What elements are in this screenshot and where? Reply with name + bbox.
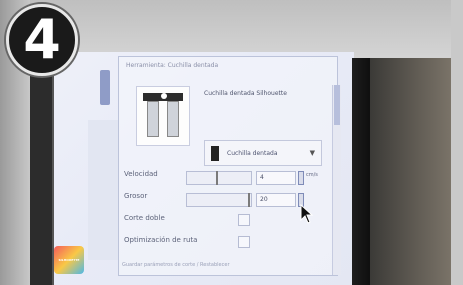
- channel-logo-text: SILHOUETTE: [58, 258, 80, 262]
- tool-select-dropdown[interactable]: Cuchilla dentada ▼: [204, 140, 322, 166]
- blade-leg-left: [147, 101, 159, 137]
- route-optimization-checkbox[interactable]: [238, 236, 250, 248]
- tool-name: Cuchilla dentada Silhouette: [204, 90, 287, 97]
- left-scrollbar[interactable]: [100, 70, 110, 105]
- route-optimization-label: Optimización de ruta: [124, 236, 198, 244]
- speed-slider[interactable]: [186, 171, 252, 185]
- mouse-cursor-icon: [300, 204, 314, 224]
- background-area: [370, 58, 451, 285]
- speed-input[interactable]: 4: [256, 171, 296, 185]
- side-panel: [88, 120, 118, 260]
- panel-scrollbar-thumb[interactable]: [334, 85, 340, 125]
- step-number-badge: 4: [6, 4, 78, 76]
- monitor-bezel: [352, 58, 370, 285]
- blade-tool-image: [136, 86, 190, 146]
- thickness-slider-thumb[interactable]: [248, 193, 250, 207]
- panel-scrollbar[interactable]: [332, 85, 341, 275]
- blade-icon: [211, 146, 219, 161]
- thickness-label: Grosor: [124, 192, 148, 200]
- double-cut-label: Corte doble: [124, 214, 165, 222]
- thickness-input[interactable]: 20: [256, 193, 296, 207]
- speed-slider-thumb[interactable]: [216, 171, 218, 185]
- panel-header: Herramienta: Cuchilla dentada: [126, 62, 219, 69]
- blade-indicator: [161, 93, 167, 99]
- photo-frame-right: [451, 0, 463, 285]
- speed-label: Velocidad: [124, 170, 158, 178]
- speed-stepper[interactable]: [298, 171, 304, 185]
- double-cut-checkbox[interactable]: [238, 214, 250, 226]
- blade-leg-right: [167, 101, 179, 137]
- speed-unit: cm/s: [306, 172, 318, 178]
- channel-logo: SILHOUETTE: [54, 246, 84, 274]
- tool-select-value: Cuchilla dentada: [227, 150, 278, 157]
- thickness-slider[interactable]: [186, 193, 252, 207]
- chevron-down-icon[interactable]: ▼: [310, 149, 315, 157]
- panel-footnote[interactable]: Guardar parámetros de corte / Restablece…: [122, 262, 230, 268]
